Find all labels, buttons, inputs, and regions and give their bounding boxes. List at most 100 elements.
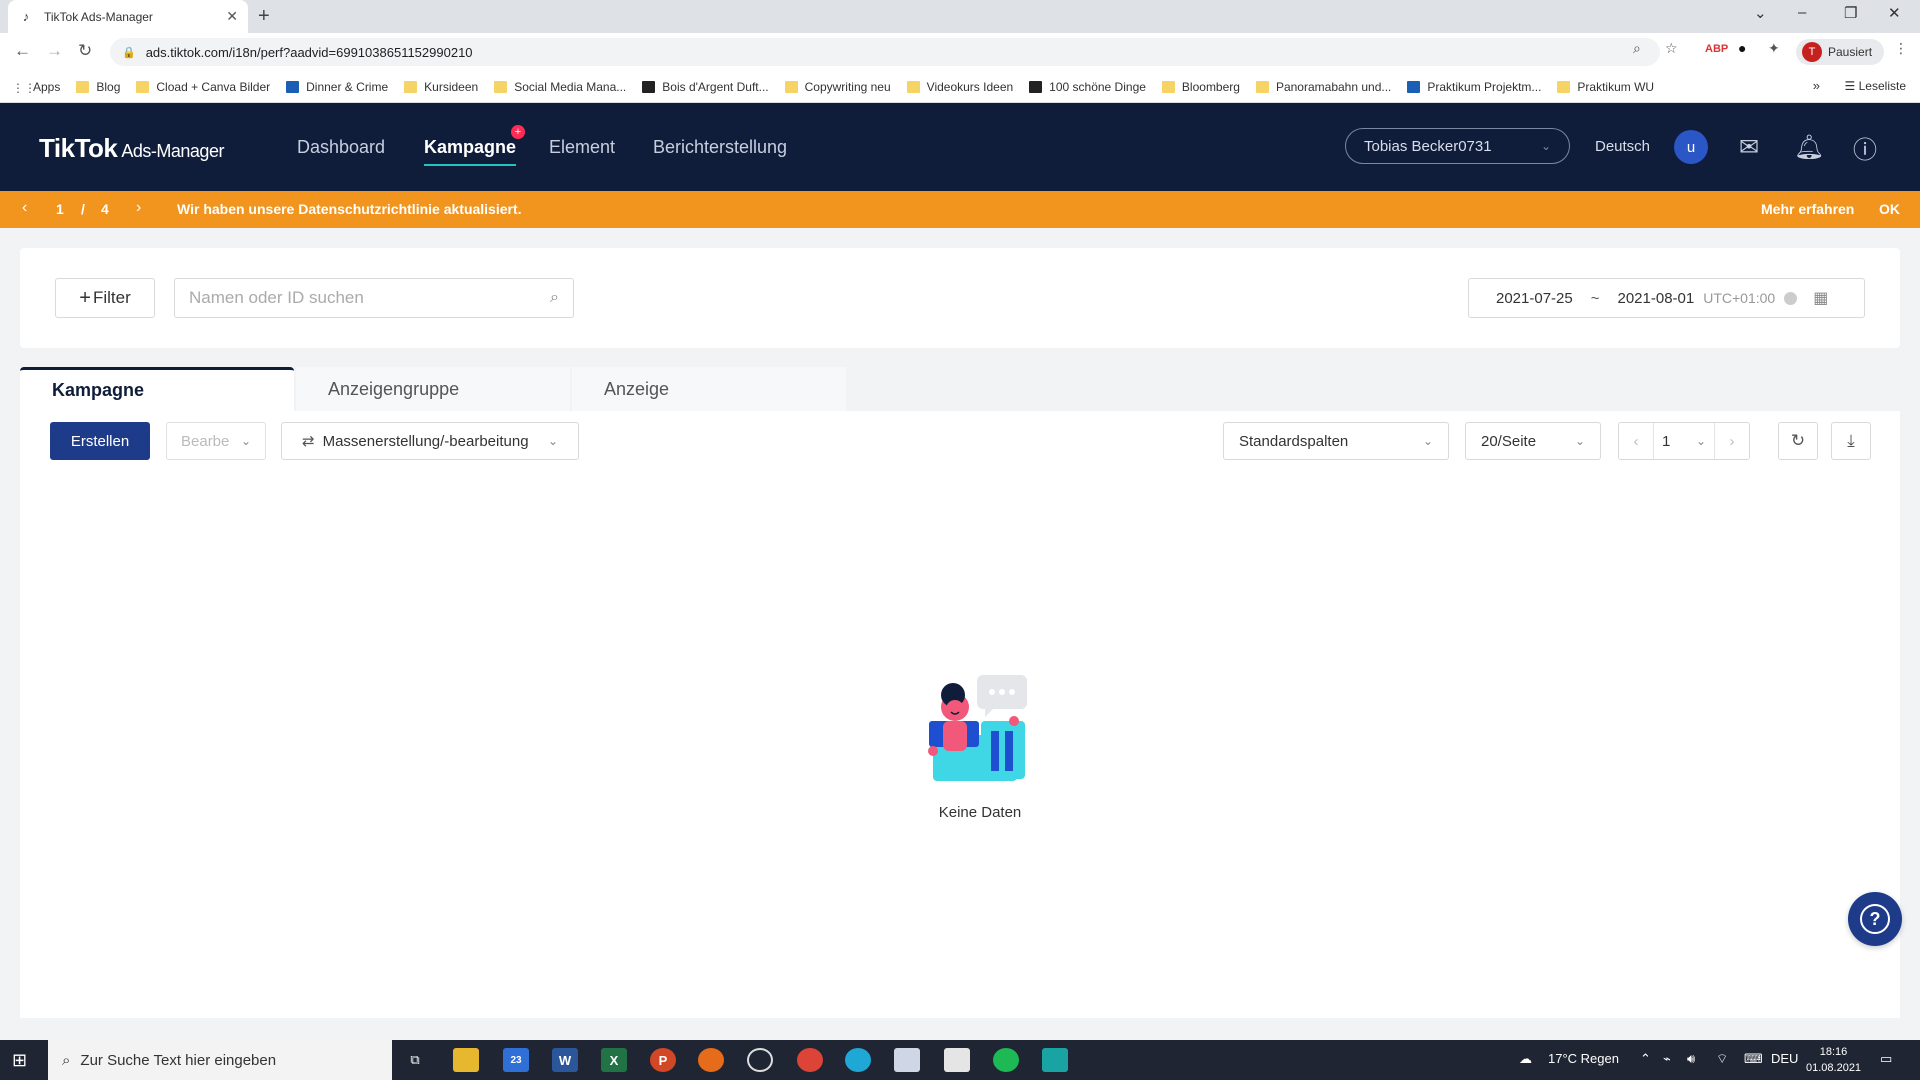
- nav-berichterstellung[interactable]: Berichterstellung: [653, 137, 787, 158]
- clock[interactable]: 18:16 01.08.2021: [1806, 1044, 1861, 1076]
- refresh-button[interactable]: ↻: [1778, 422, 1818, 460]
- reload-icon[interactable]: ↻: [78, 41, 92, 61]
- windows-start-icon[interactable]: ⊞: [12, 1050, 27, 1071]
- tab-kampagne[interactable]: Kampagne: [20, 367, 294, 411]
- bookmark-item[interactable]: Praktikum WU: [1557, 80, 1654, 94]
- new-tab-icon[interactable]: +: [258, 5, 270, 28]
- notice-next-icon[interactable]: ›: [136, 199, 141, 217]
- close-window-icon[interactable]: ✕: [1888, 4, 1901, 22]
- browser-tab[interactable]: ♪ TikTok Ads-Manager ✕: [8, 0, 248, 33]
- help-fab-button[interactable]: ?: [1848, 892, 1902, 946]
- chrome-icon[interactable]: [797, 1048, 823, 1072]
- notice-learn-more[interactable]: Mehr erfahren: [1761, 201, 1854, 217]
- volume-icon[interactable]: 🔊︎: [1687, 1051, 1695, 1067]
- bookmark-item[interactable]: Blog: [76, 80, 120, 94]
- tab-anzeigengruppe[interactable]: Anzeigengruppe: [296, 367, 570, 411]
- word-icon[interactable]: W: [552, 1048, 578, 1072]
- page-select[interactable]: 1 ⌄: [1653, 423, 1715, 459]
- export-button[interactable]: ⤓: [1831, 422, 1871, 460]
- bulk-edit-dropdown[interactable]: ⇄ Massenerstellung/-bearbeitung ⌄: [281, 422, 579, 460]
- page-next-icon[interactable]: ›: [1715, 433, 1749, 450]
- input-language[interactable]: DEU: [1771, 1051, 1798, 1066]
- network-icon[interactable]: ⌁: [1663, 1051, 1671, 1067]
- tab-anzeige[interactable]: Anzeige: [572, 367, 846, 411]
- spotify-icon[interactable]: [993, 1048, 1019, 1072]
- bookmark-item[interactable]: Kursideen: [404, 80, 478, 94]
- bookmark-item[interactable]: Copywriting neu: [784, 80, 891, 94]
- browser-menu-icon[interactable]: ⋮: [1894, 40, 1908, 57]
- back-icon[interactable]: ←: [14, 41, 31, 61]
- edit-dropdown[interactable]: Bearbe ⌄: [166, 422, 266, 460]
- file-explorer-icon[interactable]: [453, 1048, 479, 1072]
- search-icon[interactable]: ⌕: [550, 289, 559, 307]
- search-icon: ⌕: [62, 1051, 71, 1069]
- user-avatar[interactable]: u: [1674, 130, 1708, 164]
- tiktok-logo[interactable]: TikTok Ads-Manager: [39, 133, 224, 164]
- language-switch[interactable]: Deutsch: [1595, 138, 1650, 155]
- task-view-icon[interactable]: ⧉: [402, 1048, 428, 1072]
- columns-select[interactable]: Standardspalten ⌄: [1223, 422, 1449, 460]
- help-icon[interactable]: ⓘ: [1849, 131, 1881, 164]
- weather-icon[interactable]: ☁: [1519, 1051, 1532, 1067]
- account-selector[interactable]: Tobias Becker0731 ⌄: [1345, 128, 1570, 164]
- snipping-tool-icon[interactable]: [894, 1048, 920, 1072]
- inbox-icon[interactable]: ✉: [1733, 131, 1765, 163]
- folder-icon: [1255, 80, 1269, 93]
- profile-button[interactable]: T Pausiert: [1796, 39, 1884, 65]
- bookmark-item[interactable]: Dinner & Crime: [286, 80, 388, 94]
- search-input[interactable]: [189, 288, 551, 308]
- bookmark-item[interactable]: Videokurs Ideen: [906, 80, 1013, 94]
- wifi-icon[interactable]: ⌔: [1716, 1051, 1728, 1067]
- bookmark-item[interactable]: Cload + Canva Bilder: [136, 80, 270, 94]
- notice-prev-icon[interactable]: ‹: [22, 199, 27, 217]
- url-bar[interactable]: 🔒 ads.tiktok.com/i18n/perf?aadvid=699103…: [110, 38, 1660, 66]
- extensions-icon[interactable]: ✦: [1768, 40, 1780, 57]
- edge-icon[interactable]: [845, 1048, 871, 1072]
- browser-tabstrip: ♪ TikTok Ads-Manager ✕ + ⌄ – ❐ ✕: [0, 0, 1920, 33]
- keyboard-icon[interactable]: ⌨: [1744, 1051, 1763, 1067]
- filter-card: +Filter ⌕ 2021-07-25 ~ 2021-08-01 UTC+01…: [20, 248, 1900, 348]
- bookmark-item[interactable]: Panoramabahn und...: [1255, 80, 1391, 94]
- bookmark-star-icon[interactable]: ☆: [1665, 40, 1678, 57]
- app-icon[interactable]: [698, 1048, 724, 1072]
- bell-icon[interactable]: 🔔︎: [1793, 131, 1825, 163]
- reading-list[interactable]: ☰ Leseliste: [1845, 79, 1906, 93]
- obs-icon[interactable]: [747, 1048, 773, 1072]
- tray-chevron-icon[interactable]: ⌃: [1640, 1051, 1651, 1067]
- minimize-icon[interactable]: –: [1798, 4, 1806, 21]
- notifications-icon[interactable]: ▭: [1880, 1051, 1892, 1067]
- more-bookmarks-icon[interactable]: »: [1813, 78, 1820, 93]
- page-size-select[interactable]: 20/Seite ⌄: [1465, 422, 1601, 460]
- bookmark-item[interactable]: Social Media Mana...: [494, 80, 626, 94]
- close-tab-icon[interactable]: ✕: [226, 8, 238, 25]
- grammarly-extension-icon[interactable]: ●: [1738, 40, 1746, 56]
- date-range-picker[interactable]: 2021-07-25 ~ 2021-08-01 UTC+01:00 ▦: [1468, 278, 1865, 318]
- nav-element[interactable]: Element: [549, 137, 615, 158]
- filter-button[interactable]: + Filter: [55, 278, 155, 318]
- calendar-icon[interactable]: ▦: [1813, 288, 1828, 308]
- search-field[interactable]: ⌕: [174, 278, 574, 318]
- bookmark-item[interactable]: Bloomberg: [1161, 80, 1240, 94]
- bookmark-item[interactable]: 100 schöne Dinge: [1029, 80, 1146, 94]
- adblock-extension-icon[interactable]: ABP: [1705, 43, 1728, 55]
- weather-text[interactable]: 17°C Regen: [1548, 1051, 1619, 1066]
- tab-search-icon[interactable]: ⌄: [1754, 4, 1767, 22]
- mail-icon[interactable]: 23: [503, 1048, 529, 1072]
- taskbar-search[interactable]: ⌕ Zur Suche Text hier eingeben: [48, 1040, 392, 1080]
- powerpoint-icon[interactable]: P: [650, 1048, 676, 1072]
- bookmark-apps[interactable]: ⋮⋮ Apps: [12, 80, 60, 95]
- page-prev-icon[interactable]: ‹: [1619, 433, 1653, 450]
- restore-icon[interactable]: ❐: [1844, 4, 1857, 22]
- notice-ok-button[interactable]: OK: [1879, 201, 1900, 217]
- notepad-icon[interactable]: [944, 1048, 970, 1072]
- excel-icon[interactable]: X: [601, 1048, 627, 1072]
- nav-dashboard[interactable]: Dashboard: [297, 137, 385, 158]
- zoom-icon[interactable]: ⌕: [1633, 40, 1641, 57]
- info-icon[interactable]: [1784, 291, 1798, 305]
- bookmark-item[interactable]: Bois d'Argent Duft...: [642, 80, 769, 94]
- app-icon[interactable]: [1042, 1048, 1068, 1072]
- nav-kampagne[interactable]: Kampagne: [424, 137, 517, 166]
- forward-icon[interactable]: →: [46, 41, 63, 61]
- create-button[interactable]: Erstellen: [50, 422, 150, 460]
- bookmark-item[interactable]: Praktikum Projektm...: [1407, 80, 1541, 94]
